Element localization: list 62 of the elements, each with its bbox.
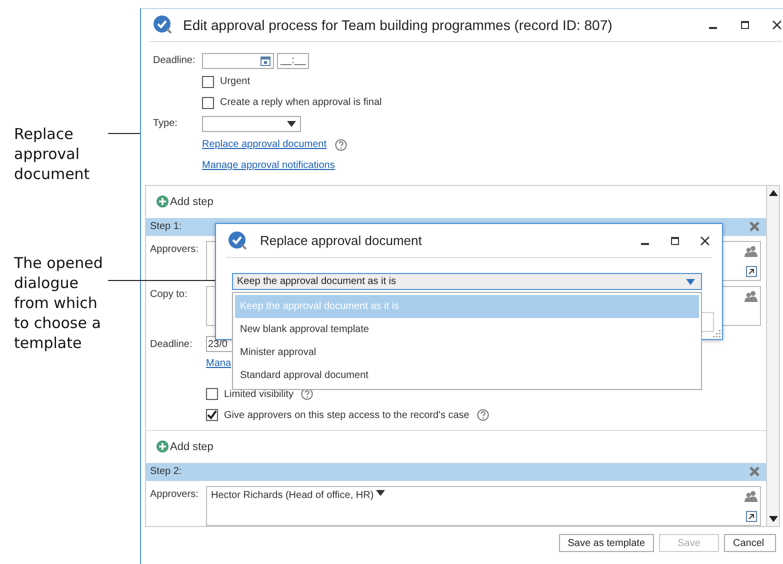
- help-icon[interactable]: [301, 388, 314, 400]
- dropdown-option[interactable]: Minister approval: [235, 341, 699, 364]
- help-icon[interactable]: [334, 138, 347, 150]
- add-step-button[interactable]: Add step: [146, 186, 220, 218]
- field-value: Hector Richards (Head of office, HR): [211, 490, 374, 501]
- dialog-button[interactable]: Cancel: [724, 534, 776, 552]
- checkbox-label: Create a reply when approval is final: [220, 97, 382, 108]
- field-label: Deadline:: [153, 55, 196, 66]
- annotation-text: The opened dialogue from which to choose a template: [14, 253, 104, 353]
- app-logo-icon: [153, 15, 173, 35]
- dropdown-option[interactable]: Standard approval document: [235, 364, 699, 387]
- scroll-up-icon[interactable]: [768, 190, 778, 196]
- window-title: Edit approval process for Team building programmes (record ID: 807): [183, 17, 612, 33]
- expand-icon[interactable]: [746, 266, 756, 278]
- link[interactable]: Replace approval document: [202, 139, 327, 150]
- people-field[interactable]: Hector Richards (Head of office, HR): [206, 486, 761, 526]
- people-icon[interactable]: [744, 490, 758, 502]
- close-icon[interactable]: [700, 236, 710, 246]
- dropdown-option[interactable]: New blank approval template: [235, 318, 699, 341]
- maximize-icon[interactable]: [740, 20, 750, 30]
- dialog-title: Replace approval document: [260, 233, 422, 248]
- plus-circle-icon: [156, 195, 169, 208]
- maximize-icon[interactable]: [670, 236, 680, 246]
- checkbox[interactable]: [206, 409, 218, 422]
- field-label: Type:: [153, 118, 178, 129]
- template-dropdown[interactable]: Keep the approval document as it is: [232, 273, 702, 290]
- check-badge-icon: [228, 230, 248, 250]
- link[interactable]: Mana: [206, 358, 232, 370]
- calendar-icon[interactable]: [260, 55, 271, 66]
- people-icon[interactable]: [744, 245, 758, 258]
- link[interactable]: Manage approval notifications: [202, 160, 335, 171]
- checkbox[interactable]: [202, 96, 214, 108]
- field-label: Deadline:: [150, 338, 194, 352]
- help-icon[interactable]: [477, 409, 490, 422]
- step-title: Step 2:: [150, 466, 182, 478]
- scrollbar[interactable]: [767, 185, 780, 527]
- field-label: Copy to:: [150, 288, 188, 302]
- time-field[interactable]: __:__: [277, 52, 309, 68]
- field-label: Approvers:: [150, 243, 200, 258]
- date-field[interactable]: [202, 52, 274, 68]
- scroll-down-icon[interactable]: [768, 516, 778, 522]
- leader-line: [108, 133, 140, 134]
- checkbox[interactable]: [206, 388, 218, 400]
- checkbox-label: Give approvers on this step access to the record's case: [224, 410, 470, 421]
- expand-icon[interactable]: [746, 511, 756, 522]
- add-step-button[interactable]: Add step: [146, 430, 220, 463]
- remove-icon[interactable]: [749, 221, 760, 232]
- caret-icon[interactable]: [376, 490, 385, 496]
- checkbox[interactable]: [202, 76, 214, 88]
- close-icon[interactable]: [772, 20, 782, 30]
- dialog-button[interactable]: Save as template: [558, 534, 654, 552]
- step-title: Step 1:: [150, 221, 182, 232]
- remove-icon[interactable]: [749, 466, 760, 478]
- resize-grip-icon[interactable]: [713, 330, 721, 338]
- people-icon[interactable]: [744, 290, 758, 302]
- checkbox-label: Urgent: [220, 76, 250, 87]
- annotation-text: Replace approval document: [14, 124, 91, 184]
- caret-icon[interactable]: [287, 120, 296, 126]
- field-label: Approvers:: [150, 488, 200, 502]
- checkbox-label: Limited visibility: [224, 388, 294, 400]
- plus-circle-icon: [156, 440, 169, 454]
- check-mark-icon: [207, 410, 217, 420]
